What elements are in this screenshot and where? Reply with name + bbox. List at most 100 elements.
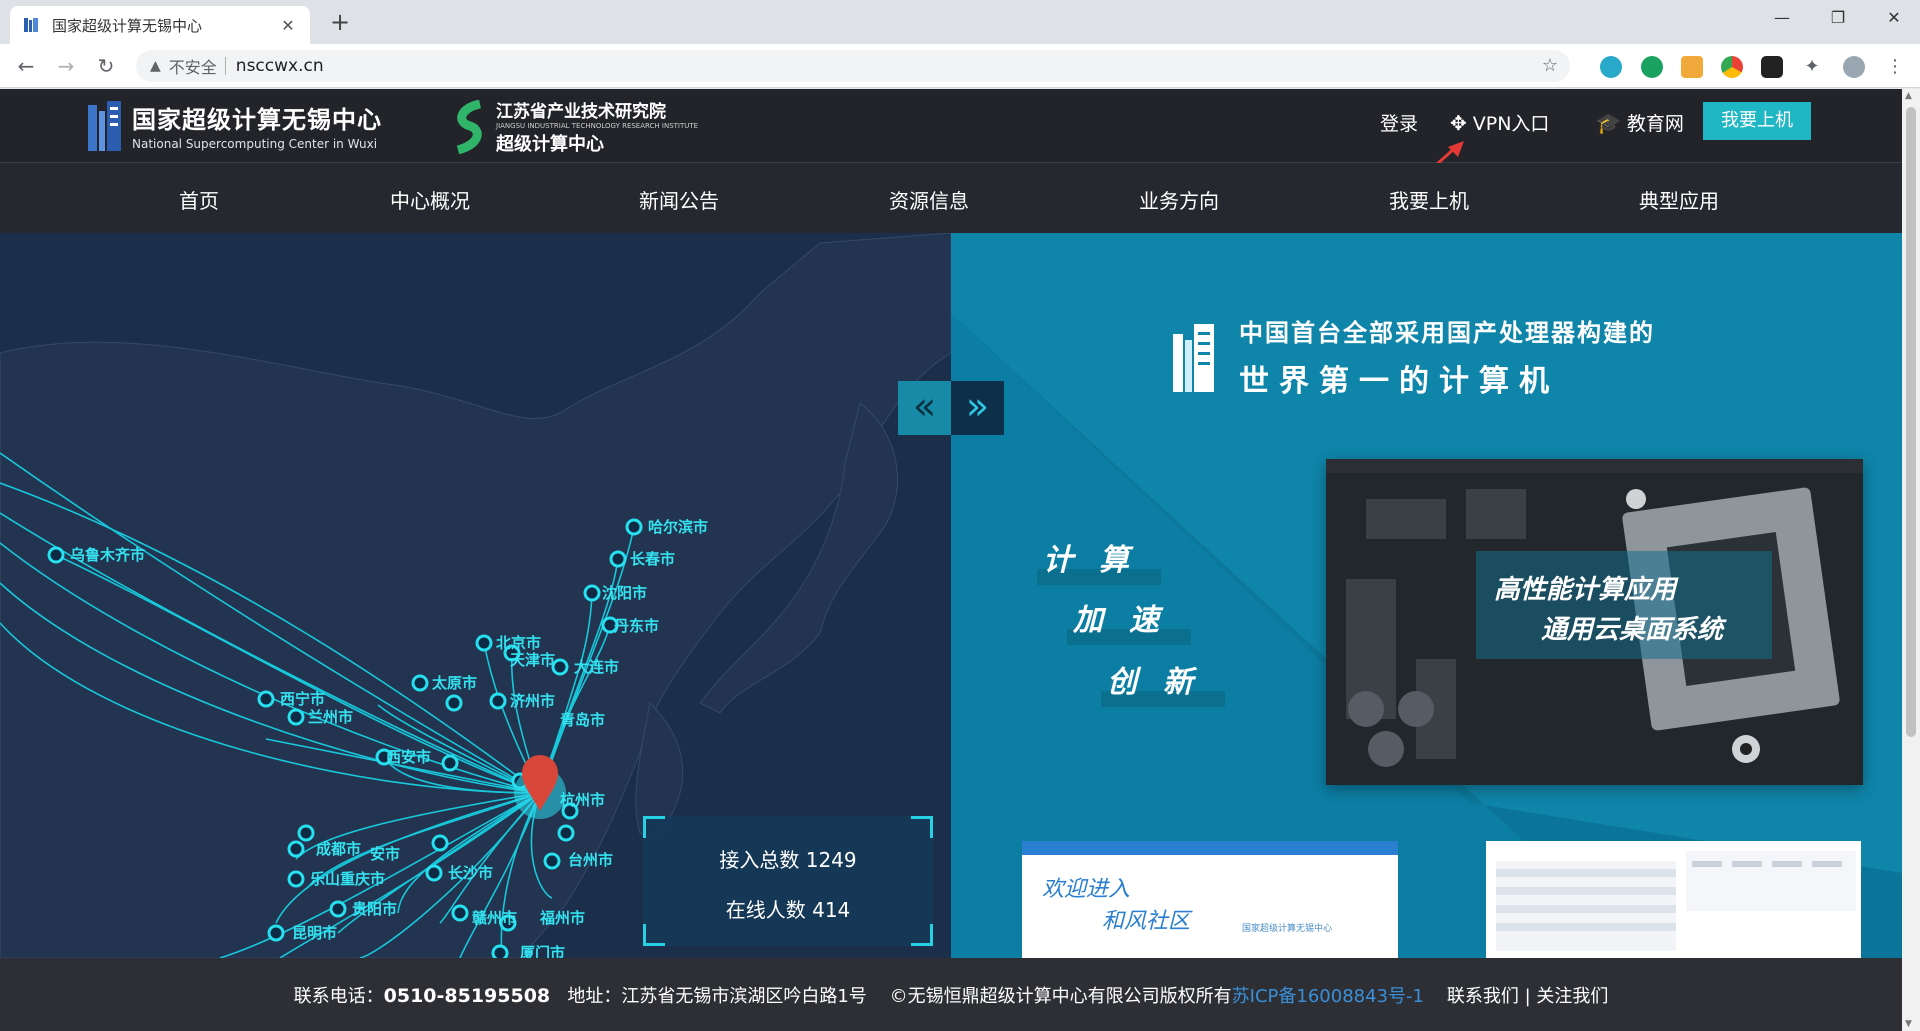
- slide-prev-button[interactable]: «: [898, 381, 951, 435]
- site-favicon-icon: [24, 18, 38, 32]
- stats-corner: [643, 816, 665, 838]
- map-label-taiyuan: 太原市: [432, 674, 477, 692]
- map-label-jizhou: 济州市: [510, 692, 555, 710]
- maximize-button[interactable]: ❐: [1810, 0, 1866, 36]
- map-label-dalian: 大连市: [574, 658, 619, 676]
- login-link[interactable]: 登录: [1380, 109, 1418, 136]
- footer-contact-links[interactable]: 联系我们 | 关注我们: [1447, 986, 1609, 1007]
- omnibox-divider: [224, 57, 226, 75]
- new-tab-button[interactable]: +: [326, 8, 354, 36]
- scrollbar-thumb[interactable]: [1906, 107, 1916, 737]
- slogan-line-2: 世界第一的计算机: [1239, 364, 1559, 399]
- nav-overview[interactable]: 中心概况: [390, 185, 470, 214]
- scroll-up-icon[interactable]: ▲: [1905, 91, 1912, 101]
- keyword-innovate: 创新: [1101, 657, 1225, 707]
- map-label-xiamen: 厦门市: [520, 944, 565, 958]
- web-page: 国家超级计算无锡中心 National Supercomputing Cente…: [0, 89, 1902, 1031]
- access-map: 哈尔滨市 长春市 沈阳市 乌鲁木齐市 北京市 天津市 大连市 丹东市 太原市 济…: [0, 233, 951, 958]
- chrome-extension-icon[interactable]: [1721, 56, 1743, 78]
- education-link[interactable]: 🎓 教育网: [1596, 109, 1684, 136]
- map-label-xian: 西安市: [386, 748, 431, 766]
- map-label-fuzhou: 福州市: [539, 909, 585, 927]
- vpn-label: VPN入口: [1472, 113, 1550, 135]
- slide-next-button[interactable]: »: [951, 381, 1004, 435]
- browser-tab[interactable]: 国家超级计算无锡中心 ✕: [10, 6, 310, 44]
- map-label-an: 安市: [370, 845, 400, 863]
- card-title-line-1: 高性能计算应用: [1494, 575, 1677, 605]
- close-window-button[interactable]: ✕: [1866, 0, 1920, 36]
- login-label: 登录: [1380, 113, 1419, 135]
- reload-icon[interactable]: ↻: [92, 52, 120, 80]
- footer-icp-link[interactable]: 苏ICP备16008843号-1: [1232, 986, 1424, 1007]
- jitri-logo[interactable]: 江苏省产业技术研究院 JIANGSU INDUSTRIAL TECHNOLOGY…: [450, 97, 698, 156]
- partner-english: JIANGSU INDUSTRIAL TECHNOLOGY RESEARCH I…: [496, 122, 699, 130]
- nav-business[interactable]: 业务方向: [1139, 185, 1219, 214]
- jitri-logo-mark-icon: [456, 99, 482, 154]
- extension-icon-1[interactable]: [1600, 56, 1622, 78]
- shield-extension-icon[interactable]: [1681, 56, 1703, 78]
- map-label-guiyang: 贵阳市: [352, 900, 397, 918]
- nav-resources[interactable]: 资源信息: [889, 185, 969, 214]
- map-label-taizhou: 台州市: [568, 851, 613, 869]
- omnibox[interactable]: ▲ 不安全 nsccwx.cn ☆: [136, 50, 1570, 82]
- dashboard-thumbnail[interactable]: [1486, 841, 1861, 958]
- footer-address: 地址：江苏省无锡市滨湖区吟白路1号: [567, 986, 867, 1007]
- footer-phone: 0510-85195508: [383, 985, 551, 1007]
- puzzle-extensions-icon[interactable]: ✦: [1801, 56, 1823, 78]
- map-label-leshan: 乐山重庆市: [310, 870, 385, 888]
- security-label[interactable]: 不安全: [169, 54, 217, 78]
- map-label-tianjin: 天津市: [510, 651, 555, 669]
- minimize-button[interactable]: —: [1754, 0, 1810, 36]
- footer-info: 联系电话：0510-85195508 地址：江苏省无锡市滨湖区吟白路1号 ©无锡…: [0, 982, 1902, 1008]
- address-bar-row: ← → ↻ ▲ 不安全 nsccwx.cn ☆ ✦ ⋮: [0, 44, 1920, 88]
- nav-news[interactable]: 新闻公告: [639, 185, 719, 214]
- partner-title: 江苏省产业技术研究院: [496, 102, 666, 122]
- site-header: 国家超级计算无锡中心 National Supercomputing Cente…: [0, 89, 1902, 187]
- warning-icon: ▲: [150, 58, 161, 74]
- graduation-cap-icon: 🎓: [1596, 110, 1621, 135]
- slider-controls: « »: [898, 381, 1004, 435]
- nav-home[interactable]: 首页: [179, 185, 219, 214]
- keyword-accelerate-text: 加速: [1073, 603, 1185, 638]
- browser-tab-strip: 国家超级计算无锡中心 ✕ + — ❐ ✕: [0, 0, 1920, 44]
- bookmark-star-icon[interactable]: ☆: [1542, 55, 1558, 76]
- tab-close-icon[interactable]: ✕: [278, 16, 298, 35]
- main-navigation: 首页 中心概况 新闻公告 资源信息 业务方向 我要上机 典型应用: [0, 163, 1902, 233]
- site-footer: 联系电话：0510-85195508 地址：江苏省无锡市滨湖区吟白路1号 ©无锡…: [0, 958, 1902, 1031]
- more-menu-icon[interactable]: ⋮: [1884, 56, 1906, 78]
- vpn-network-icon: ✥: [1450, 110, 1467, 135]
- slogan-block: 中国首台全部采用国产处理器构建的 世界第一的计算机: [1171, 313, 1655, 400]
- stats-corner: [643, 924, 665, 946]
- logo-main-subtitle: National Supercomputing Center in Wuxi: [132, 136, 378, 151]
- thumbnail-welcome-line-1: 欢迎进入: [1042, 877, 1131, 902]
- map-label-harbin: 哈尔滨市: [648, 518, 708, 536]
- page-scrollbar[interactable]: ▲ ▼: [1902, 89, 1920, 1031]
- community-thumbnail[interactable]: 欢迎进入 和风社区 国家超级计算无锡中心: [1022, 841, 1398, 958]
- back-icon[interactable]: ←: [12, 52, 40, 80]
- scroll-down-icon[interactable]: ▼: [1905, 1019, 1912, 1029]
- go-online-button[interactable]: 我要上机: [1703, 102, 1811, 140]
- hero-banner: 哈尔滨市 长春市 沈阳市 乌鲁木齐市 北京市 天津市 大连市 丹东市 太原市 济…: [0, 233, 1902, 958]
- nav-go-online[interactable]: 我要上机: [1389, 185, 1469, 214]
- footer-phone-label: 联系电话：: [293, 986, 384, 1007]
- tab-title: 国家超级计算无锡中心: [52, 16, 203, 35]
- map-label-kunming: 昆明市: [292, 924, 337, 942]
- hpc-app-card[interactable]: 高性能计算应用 通用云桌面系统: [1326, 459, 1863, 785]
- nscc-logo[interactable]: 国家超级计算无锡中心 National Supercomputing Cente…: [86, 97, 382, 153]
- map-label-chengdu: 成都市: [316, 840, 361, 858]
- vpn-link[interactable]: ✥ VPN入口: [1450, 109, 1549, 136]
- forward-icon[interactable]: →: [52, 52, 80, 80]
- stat-total-access: 接入总数 1249: [719, 848, 857, 872]
- grammarly-icon[interactable]: [1641, 56, 1663, 78]
- promo-panel: 中国首台全部采用国产处理器构建的 世界第一的计算机 计算 加速 创新 高性能计算…: [951, 233, 1902, 958]
- map-label-lanzhou: 兰州市: [308, 708, 353, 726]
- nav-applications[interactable]: 典型应用: [1639, 185, 1719, 214]
- supercomputer-logo-icon: [1173, 323, 1214, 392]
- slogan-line-1: 中国首台全部采用国产处理器构建的: [1239, 319, 1655, 347]
- url-text[interactable]: nsccwx.cn: [236, 56, 324, 76]
- stats-corner: [911, 924, 933, 946]
- dark-extension-icon[interactable]: [1761, 56, 1783, 78]
- map-label-qingdao: 青岛市: [560, 711, 605, 729]
- map-label-xining: 西宁市: [280, 690, 325, 708]
- profile-avatar[interactable]: [1843, 56, 1865, 78]
